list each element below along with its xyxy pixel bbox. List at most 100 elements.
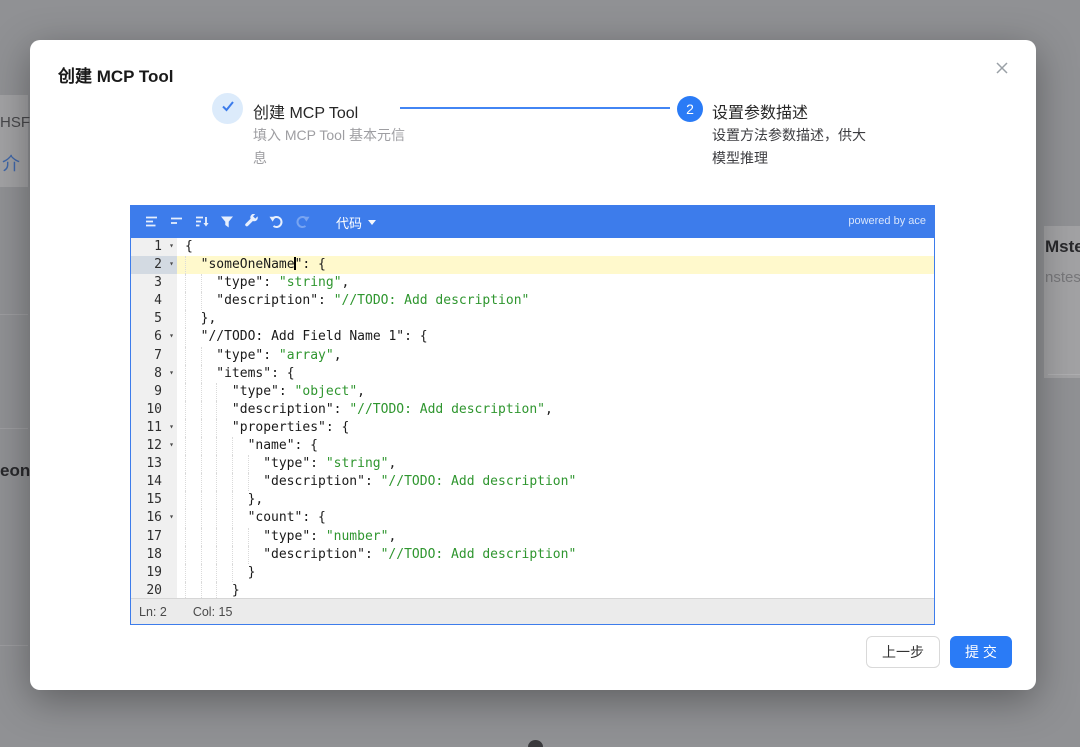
fold-arrow-icon[interactable]: ▾ — [169, 418, 174, 436]
sort-icon[interactable] — [189, 210, 214, 234]
mode-dropdown-label: 代码 — [336, 213, 362, 232]
line-number: 4 — [131, 292, 177, 310]
code-text: }, — [177, 491, 934, 509]
code-line[interactable]: 4"description": "//TODO: Add description… — [131, 292, 934, 310]
code-line[interactable]: 2▾"someOneName": { — [131, 256, 934, 274]
undo-icon[interactable] — [264, 210, 289, 234]
step-2-title: 设置参数描述 — [712, 99, 808, 123]
stepper-connector — [400, 107, 670, 109]
code-line[interactable]: 19} — [131, 564, 934, 582]
status-line-number: Ln: 2 — [139, 605, 167, 619]
fold-arrow-icon[interactable]: ▾ — [169, 508, 174, 526]
code-line[interactable]: 9"type": "object", — [131, 383, 934, 401]
fold-arrow-icon[interactable]: ▾ — [169, 238, 174, 255]
code-line[interactable]: 15}, — [131, 491, 934, 509]
code-lines[interactable]: 1▾{2▾"someOneName": {3"type": "string",4… — [131, 238, 934, 598]
editor-status-bar: Ln: 2 Col: 15 — [131, 598, 934, 624]
step-1-indicator — [212, 93, 243, 124]
format-icon[interactable] — [139, 210, 164, 234]
code-text: "count": { — [177, 509, 934, 527]
backdrop-divider — [0, 428, 28, 429]
line-number: 20 — [131, 582, 177, 598]
line-number: 11▾ — [131, 419, 177, 437]
code-text: "description": "//TODO: Add description" — [177, 546, 934, 564]
line-number: 1▾ — [131, 238, 177, 256]
line-number: 2▾ — [131, 256, 177, 274]
line-number: 13 — [131, 455, 177, 473]
submit-button[interactable]: 提 交 — [950, 636, 1012, 668]
code-line[interactable]: 5}, — [131, 310, 934, 328]
code-text: "description": "//TODO: Add description" — [177, 473, 934, 491]
line-number: 17 — [131, 528, 177, 546]
line-number: 6▾ — [131, 328, 177, 346]
line-number: 10 — [131, 401, 177, 419]
fold-arrow-icon[interactable]: ▾ — [169, 327, 174, 345]
fold-arrow-icon[interactable]: ▾ — [169, 255, 174, 273]
dialog-footer: 上一步 提 交 — [866, 636, 1012, 668]
repair-icon[interactable] — [239, 210, 264, 234]
code-text: "description": "//TODO: Add description"… — [177, 401, 934, 419]
code-line[interactable]: 14"description": "//TODO: Add descriptio… — [131, 473, 934, 491]
code-line[interactable]: 3"type": "string", — [131, 274, 934, 292]
backdrop-right-subtitle: nstest — [1045, 269, 1080, 286]
editor-toolbar: 代码 powered by ace — [131, 206, 934, 238]
code-text: "type": "number", — [177, 528, 934, 546]
chevron-down-icon — [368, 220, 376, 225]
backdrop-right-title: Mstes — [1045, 237, 1080, 257]
transform-icon[interactable] — [214, 210, 239, 234]
code-text: "type": "object", — [177, 383, 934, 401]
fold-arrow-icon[interactable]: ▾ — [169, 436, 174, 454]
create-mcp-tool-dialog: 创建 MCP Tool 创建 MCP Tool 填入 MCP Tool 基本元信… — [30, 40, 1036, 690]
backdrop-bottom-dot — [528, 740, 543, 747]
code-line[interactable]: 17"type": "number", — [131, 528, 934, 546]
backdrop-divider — [0, 645, 28, 646]
mode-dropdown[interactable]: 代码 — [336, 213, 376, 232]
code-text: } — [177, 582, 934, 598]
screen: HSF - 介 eone Mstes nstest 创建 MCP Tool 创建… — [0, 0, 1080, 747]
backdrop-blue-icon: 介 — [2, 150, 20, 176]
code-text: "items": { — [177, 365, 934, 383]
close-icon — [994, 60, 1010, 81]
code-line[interactable]: 10"description": "//TODO: Add descriptio… — [131, 401, 934, 419]
code-line[interactable]: 8▾"items": { — [131, 365, 934, 383]
json-editor: 代码 powered by ace 1▾{2▾"someOneName": {3… — [130, 205, 935, 625]
code-text: "name": { — [177, 437, 934, 455]
line-number: 19 — [131, 564, 177, 582]
line-number: 12▾ — [131, 437, 177, 455]
line-number: 5 — [131, 310, 177, 328]
line-number: 8▾ — [131, 365, 177, 383]
step-1-description: 填入 MCP Tool 基本元信息 — [253, 124, 405, 170]
code-line[interactable]: 6▾"//TODO: Add Field Name 1": { — [131, 328, 934, 346]
line-number: 7 — [131, 347, 177, 365]
line-number: 16▾ — [131, 509, 177, 527]
check-icon — [220, 98, 236, 119]
backdrop-divider — [0, 314, 28, 315]
status-column-number: Col: 15 — [193, 605, 233, 619]
line-number: 9 — [131, 383, 177, 401]
code-text: } — [177, 564, 934, 582]
code-line[interactable]: 12▾"name": { — [131, 437, 934, 455]
previous-step-button[interactable]: 上一步 — [866, 636, 940, 668]
fold-arrow-icon[interactable]: ▾ — [169, 364, 174, 382]
code-line[interactable]: 13"type": "string", — [131, 455, 934, 473]
code-line[interactable]: 7"type": "array", — [131, 347, 934, 365]
code-line[interactable]: 20} — [131, 582, 934, 598]
step-2-description: 设置方法参数描述，供大模型推理 — [712, 124, 868, 170]
line-number: 14 — [131, 473, 177, 491]
line-number: 15 — [131, 491, 177, 509]
compact-icon[interactable] — [164, 210, 189, 234]
code-text: "properties": { — [177, 419, 934, 437]
code-text: }, — [177, 310, 934, 328]
code-line[interactable]: 16▾"count": { — [131, 509, 934, 527]
backdrop-divider — [1048, 374, 1080, 375]
code-line[interactable]: 1▾{ — [131, 238, 934, 256]
close-button[interactable] — [988, 56, 1016, 84]
code-text: "description": "//TODO: Add description" — [177, 292, 934, 310]
step-1-title: 创建 MCP Tool — [253, 99, 358, 123]
code-text: "type": "array", — [177, 347, 934, 365]
redo-icon[interactable] — [289, 210, 314, 234]
code-line[interactable]: 18"description": "//TODO: Add descriptio… — [131, 546, 934, 564]
code-text: "type": "string", — [177, 455, 934, 473]
line-number: 3 — [131, 274, 177, 292]
code-line[interactable]: 11▾"properties": { — [131, 419, 934, 437]
